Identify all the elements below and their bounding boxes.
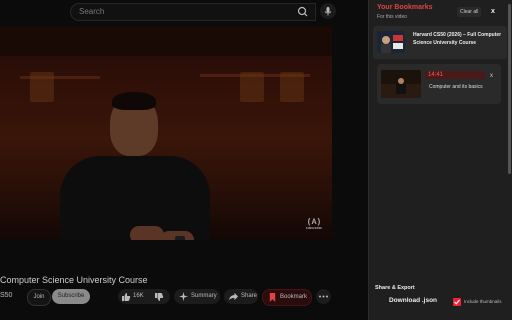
like-dislike-group: 16K: [118, 289, 170, 304]
bookmark-thumbnail: [381, 70, 421, 98]
sparkle-icon: [179, 292, 188, 301]
bookmark-icon: [269, 293, 276, 302]
check-icon: [454, 299, 460, 305]
channel-watermark: (A) SUBSCRIBE: [305, 218, 323, 230]
video-player[interactable]: (A) SUBSCRIBE: [0, 26, 332, 240]
bookmark-timestamp[interactable]: 14:41: [425, 71, 485, 79]
remove-bookmark-button[interactable]: x: [490, 73, 493, 79]
summary-button[interactable]: Summary: [174, 289, 220, 304]
panel-subtitle: For this video: [377, 14, 408, 20]
current-video-card: Harvard CS50 (2026) – Full Computer Scie…: [373, 26, 507, 59]
more-actions-button[interactable]: [316, 289, 331, 304]
bookmarks-panel: Your Bookmarks For this video Clear all …: [368, 0, 512, 320]
bookmark-item[interactable]: 14:41 Computer and its basics x: [377, 64, 501, 104]
download-json-button[interactable]: Download .json: [389, 297, 437, 304]
subscribe-button[interactable]: Subscribe: [52, 289, 90, 304]
panel-scrollbar[interactable]: [508, 4, 511, 174]
video-actions: S50 Join Subscribe 16K Summary Share Boo…: [0, 289, 368, 306]
more-icon: [319, 295, 328, 298]
include-thumbnails-label: Include thumbnails: [464, 299, 502, 304]
search-button[interactable]: [293, 4, 313, 20]
bookmark-button[interactable]: Bookmark: [262, 289, 312, 306]
channel-name[interactable]: S50: [0, 292, 12, 299]
close-panel-button[interactable]: x: [488, 7, 498, 17]
like-count: 16K: [133, 293, 144, 299]
youtube-page: (A) SUBSCRIBE Computer Science Universit…: [0, 0, 368, 320]
include-thumbnails-checkbox[interactable]: [453, 298, 461, 306]
bookmark-title: Computer and its basics: [429, 84, 483, 90]
thumbs-up-icon[interactable]: [121, 292, 131, 302]
share-button[interactable]: Share: [224, 289, 258, 304]
clear-all-button[interactable]: Clear all: [457, 7, 482, 17]
search-input[interactable]: [79, 7, 279, 16]
current-video-title: Harvard CS50 (2026) – Full Computer Scie…: [413, 32, 502, 46]
share-export-heading: Share & Export: [375, 285, 415, 291]
search-icon: [297, 6, 308, 17]
join-button[interactable]: Join: [27, 289, 51, 306]
video-thumbnail: [377, 31, 405, 53]
video-frame-ceiling: [0, 26, 332, 56]
video-title: Computer Science University Course: [0, 275, 148, 285]
panel-title: Your Bookmarks: [377, 4, 433, 11]
search-bar: [70, 3, 316, 21]
microphone-icon: [324, 7, 332, 16]
thumbs-down-icon[interactable]: [154, 292, 164, 302]
voice-search-button[interactable]: [320, 3, 336, 19]
share-icon: [229, 292, 238, 301]
